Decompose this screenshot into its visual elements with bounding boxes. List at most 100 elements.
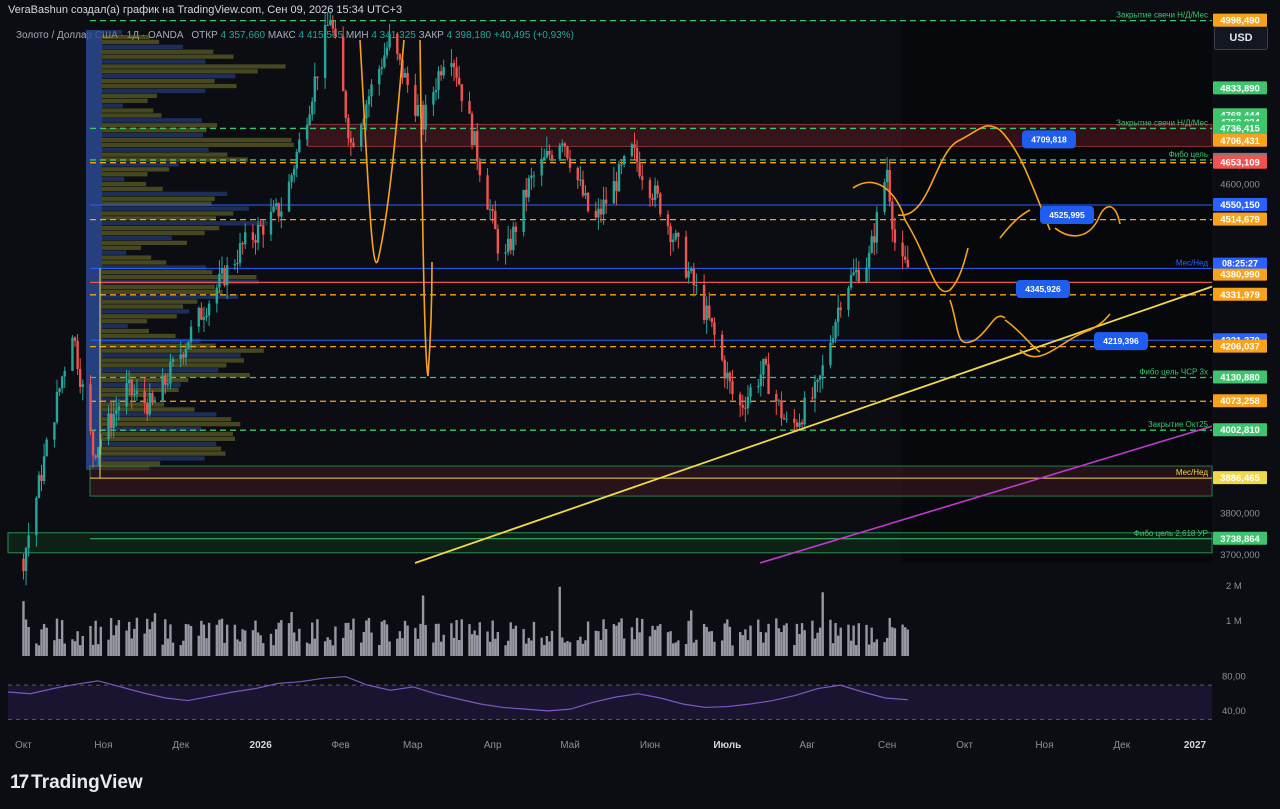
volume-bar (27, 627, 30, 656)
volume-bar (135, 617, 139, 656)
volume-bar (561, 637, 564, 656)
candle-body (867, 252, 871, 268)
candle-body (37, 475, 41, 498)
volume-profile-bar (102, 461, 161, 466)
volume-bar (334, 626, 337, 656)
candle-body (107, 413, 110, 440)
volume-profile-bar (102, 309, 190, 314)
candle-body (370, 84, 373, 97)
volume-bar (269, 633, 273, 656)
candle-body (187, 341, 190, 349)
candle-body (127, 379, 131, 384)
volume-profile-bar (102, 186, 163, 192)
volume-profile-bar (102, 123, 218, 128)
volume-bar (875, 639, 879, 656)
time-axis-tick: Окт (15, 740, 32, 751)
candle-body (22, 558, 25, 572)
candle-body (367, 96, 371, 105)
volume-bar (380, 621, 384, 656)
axis-price-tick: 3700,000 (1220, 550, 1260, 561)
volume-bar (225, 624, 229, 656)
volume-bar (383, 620, 386, 656)
candle-body (179, 354, 182, 360)
volume-profile-bar (102, 103, 123, 108)
volume-bar (496, 631, 500, 656)
volume-bar (341, 637, 345, 656)
candle-body (71, 337, 74, 371)
candle-body (182, 354, 185, 358)
volume-bar (885, 637, 889, 656)
candle-body (256, 224, 260, 243)
volume-bar (597, 631, 600, 656)
candle-body (893, 229, 897, 243)
countdown-label: 08:25:27 (1222, 259, 1258, 269)
volume-bar (112, 635, 115, 656)
volume-profile-bar (102, 137, 292, 143)
volume-bar (362, 631, 365, 656)
volume-bar (836, 635, 840, 656)
volume-bar (775, 618, 778, 656)
candle-body (151, 392, 154, 403)
volume-bar (99, 626, 103, 656)
candle-body (561, 143, 564, 146)
volume-profile-bar (102, 417, 232, 422)
volume-bar (398, 631, 402, 656)
volume-bar (870, 627, 873, 656)
candle-body (891, 201, 894, 230)
candle-body (313, 76, 317, 102)
price-callout-label: 4525,995 (1049, 210, 1085, 220)
candle-body (207, 303, 211, 316)
volume-bar (37, 645, 41, 656)
axis-price-label: 4206,037 (1220, 342, 1260, 353)
volume-bar (829, 619, 832, 656)
tradingview-footer[interactable]: 17 TradingView (10, 772, 143, 794)
volume-bar (127, 621, 131, 656)
candle-body (42, 456, 46, 482)
volume-axis-tick: 1 M (1226, 616, 1242, 627)
candle-body (434, 89, 438, 93)
candle-body (197, 307, 200, 327)
volume-bar (401, 638, 404, 656)
volume-bar (594, 630, 598, 656)
volume-bar (540, 637, 543, 656)
candle-body (468, 101, 471, 114)
candle-body (855, 269, 858, 273)
volume-bar (421, 595, 425, 656)
price-level-label: Мес/Нед (1176, 468, 1208, 477)
volume-bar (622, 638, 626, 656)
candle-body (53, 422, 56, 440)
candle-body (656, 185, 659, 194)
volume-bar (811, 620, 814, 656)
volume-bar (81, 635, 84, 656)
volume-bar (280, 620, 283, 656)
candle-body (89, 384, 92, 432)
candle-body (617, 164, 621, 192)
volume-bar (470, 634, 474, 656)
volume-bar (504, 645, 507, 656)
candle-body (746, 396, 750, 409)
volume-profile-bar (102, 74, 236, 79)
volume-bar (780, 632, 783, 656)
candle-body (55, 391, 59, 423)
candle-body (421, 105, 425, 130)
time-axis-tick: Дек (1113, 740, 1130, 751)
candle-body (695, 284, 698, 286)
chart-canvas[interactable]: Закрытие свечи Н/Д/Мес Закрытие свечи Н/Д… (0, 0, 1280, 760)
volume-bar (292, 632, 296, 656)
volume-bar (777, 628, 781, 656)
volume-bar (795, 623, 799, 656)
candle-body (323, 25, 327, 79)
volume-bar (223, 642, 226, 656)
volume-profile-bar (102, 245, 141, 250)
volume-bar (720, 640, 724, 656)
volume-profile-bar (102, 88, 206, 94)
volume-bar (494, 638, 497, 656)
candle-body (45, 439, 48, 457)
volume-bar (233, 624, 237, 656)
volume-bar (97, 644, 100, 656)
volume-bar (563, 642, 567, 656)
volume-bar (329, 639, 332, 656)
candle-body (648, 180, 652, 198)
volume-bar (891, 627, 894, 656)
volume-profile-bar (102, 211, 234, 216)
